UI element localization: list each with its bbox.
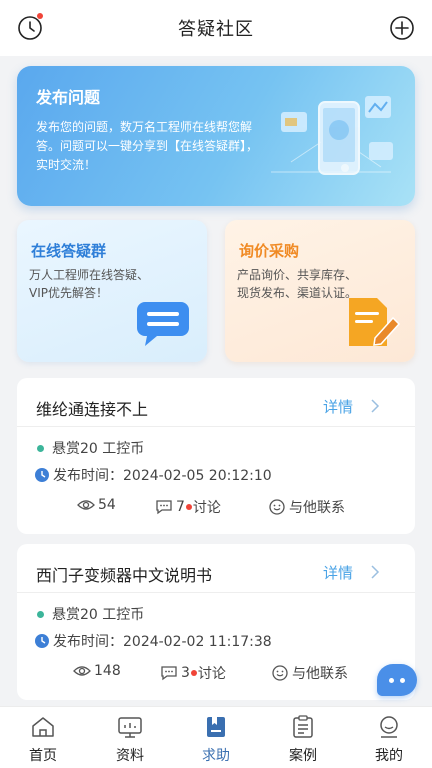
clock-icon [35, 634, 49, 648]
comment-icon [156, 500, 172, 515]
user-icon [380, 716, 398, 738]
contact-label: 与他联系 [289, 500, 345, 516]
floating-chat-button[interactable] [377, 664, 417, 696]
comment-count: 7 [176, 499, 185, 515]
add-circle-icon[interactable] [388, 14, 416, 42]
help-book-icon [207, 717, 225, 737]
purchase-card-title: 询价采购 [239, 242, 300, 260]
eye-icon [73, 666, 91, 676]
purchase-card-description: 产品询价、共享库存、现货发布、渠道认证。 [237, 268, 358, 300]
tab-label: 首页 [29, 748, 57, 764]
group-card-description: 万人工程师在线答疑、VIP优先解答！ [29, 268, 150, 300]
reward-info: 悬赏20 工控币 [37, 604, 144, 624]
detail-link[interactable]: 详情 [323, 562, 353, 583]
contact-label: 与他联系 [292, 666, 348, 682]
chevron-right-icon[interactable] [369, 398, 381, 414]
eye-icon [77, 500, 95, 510]
discussion-stat[interactable]: 7 讨论 [155, 497, 221, 517]
new-comment-dot [190, 670, 197, 676]
online-qa-group-card[interactable]: 在线答疑群 万人工程师在线答疑、VIP优先解答！ [17, 220, 207, 362]
discussion-stat[interactable]: 3 讨论 [160, 663, 226, 683]
question-card[interactable]: 西门子变频器中文说明书 详情 悬赏20 工控币 发布时间：2024-02-02 … [17, 544, 415, 700]
comment-count: 3 [181, 665, 190, 681]
divider [17, 592, 415, 593]
page-title: 答疑社区 [178, 19, 254, 40]
post-time-text: 发布时间：2024-02-02 11:17:38 [53, 634, 272, 650]
monitor-icon [118, 717, 142, 738]
inquiry-purchase-card[interactable]: 询价采购 产品询价、共享库存、现货发布、渠道认证。 [225, 220, 415, 362]
group-card-title: 在线答疑群 [31, 242, 107, 260]
new-comment-dot [185, 504, 192, 510]
question-title: 西门子变频器中文说明书 [36, 566, 213, 585]
post-question-banner[interactable]: 发布问题 发布您的问题，数万名工程师在线帮您解答。问题可以一键分享到【在线答疑群… [17, 66, 415, 206]
question-title: 维纶通连接不上 [36, 400, 149, 419]
post-time-text: 发布时间：2024-02-05 20:12:10 [53, 468, 272, 484]
notification-dot [37, 13, 43, 19]
question-card[interactable]: 维纶通连接不上 详情 悬赏20 工控币 发布时间：2024-02-05 20:1… [17, 378, 415, 534]
post-time: 发布时间：2024-02-05 20:12:10 [35, 465, 272, 485]
bottom-tab-bar: 首页 资料 求助 案例 我的 [0, 706, 432, 768]
chat-dot-icon [389, 677, 394, 683]
document-edit-icon [349, 298, 401, 346]
tab-label: 我的 [375, 748, 403, 764]
reward-info: 悬赏20 工控币 [37, 438, 144, 458]
question-stats: 54 7 讨论 与他联系 [17, 497, 415, 519]
tab-label: 求助 [202, 748, 230, 764]
contact-button[interactable]: 与他联系 [268, 497, 345, 517]
contact-button[interactable]: 与他联系 [271, 663, 348, 683]
smile-chat-icon [272, 665, 288, 681]
chevron-right-icon[interactable] [369, 564, 381, 580]
tab-label: 资料 [116, 748, 144, 764]
top-bar: 答疑社区 [0, 0, 432, 56]
views-stat: 54 [77, 497, 116, 513]
reward-text: 悬赏20 工控币 [52, 607, 145, 623]
tab-help[interactable]: 求助 [184, 715, 248, 765]
comment-icon [161, 666, 177, 681]
question-stats: 148 3 讨论 与他联系 [17, 663, 415, 685]
reward-dot-icon [37, 444, 44, 452]
reward-dot-icon [37, 610, 44, 618]
post-time: 发布时间：2024-02-02 11:17:38 [35, 631, 272, 651]
clipboard-icon [293, 715, 313, 738]
chat-dot-icon [400, 677, 405, 683]
phone-illustration-icon [271, 96, 393, 175]
detail-link[interactable]: 详情 [323, 396, 353, 417]
history-clock-icon[interactable] [16, 13, 44, 42]
tab-cases[interactable]: 案例 [271, 715, 335, 765]
smile-chat-icon [269, 499, 285, 515]
comment-label: 讨论 [197, 666, 226, 682]
tab-resources[interactable]: 资料 [98, 715, 162, 765]
comment-label: 讨论 [192, 500, 221, 516]
tab-mine[interactable]: 我的 [357, 715, 421, 765]
divider [17, 426, 415, 427]
views-stat: 148 [73, 663, 121, 679]
clock-icon [35, 468, 49, 482]
chat-bubble-icon [137, 302, 189, 346]
banner-title: 发布问题 [36, 88, 101, 107]
tab-home[interactable]: 首页 [11, 715, 75, 765]
views-count: 54 [98, 497, 116, 513]
banner-description: 发布您的问题，数万名工程师在线帮您解答。问题可以一键分享到【在线答疑群】，实时交… [36, 120, 259, 172]
reward-text: 悬赏20 工控币 [52, 441, 145, 457]
tab-label: 案例 [289, 748, 317, 764]
home-icon [32, 717, 54, 737]
views-count: 148 [94, 663, 121, 679]
